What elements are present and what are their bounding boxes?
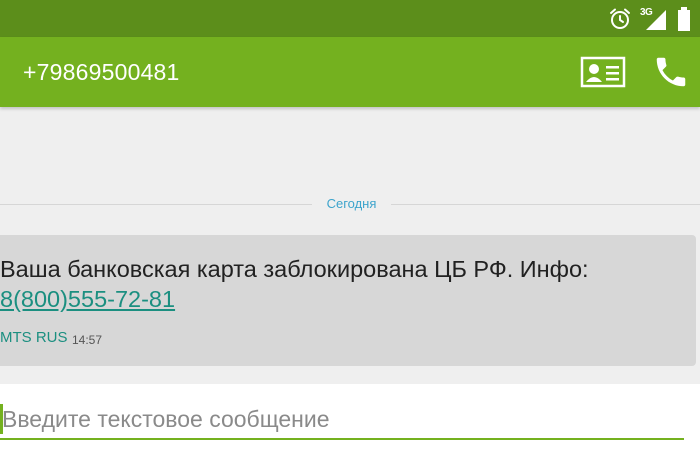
phone-icon [651, 57, 691, 95]
call-button[interactable] [651, 53, 691, 91]
alarm-icon [608, 7, 632, 31]
app-bar: +79869500481 [0, 37, 700, 107]
divider-line [391, 204, 700, 205]
message-input[interactable] [0, 400, 684, 440]
message-sender: MTS RUS [0, 329, 68, 346]
date-divider: Сегодня [0, 194, 700, 214]
divider-line [0, 204, 312, 205]
contact-card-button[interactable] [580, 56, 626, 88]
contact-phone-title: +79869500481 [23, 59, 180, 85]
message-bubble[interactable]: Ваша банковская карта заблокирована ЦБ Р… [0, 235, 696, 366]
message-text: Ваша банковская карта заблокирована ЦБ Р… [0, 256, 589, 282]
message-timestamp: 14:57 [72, 333, 103, 347]
compose-area [0, 384, 700, 466]
battery-icon [676, 6, 692, 32]
sms-conversation-screen: 3G +79869500481 Сегодня Ваша банковская … [0, 0, 700, 466]
status-icons: 3G [608, 6, 692, 32]
signal-icon: 3G [640, 7, 668, 31]
message-phone-link[interactable]: 8(800)555-72-81 [0, 284, 175, 314]
status-bar: 3G [0, 0, 700, 37]
date-label: Сегодня [326, 196, 377, 211]
contact-card-icon [580, 56, 626, 92]
